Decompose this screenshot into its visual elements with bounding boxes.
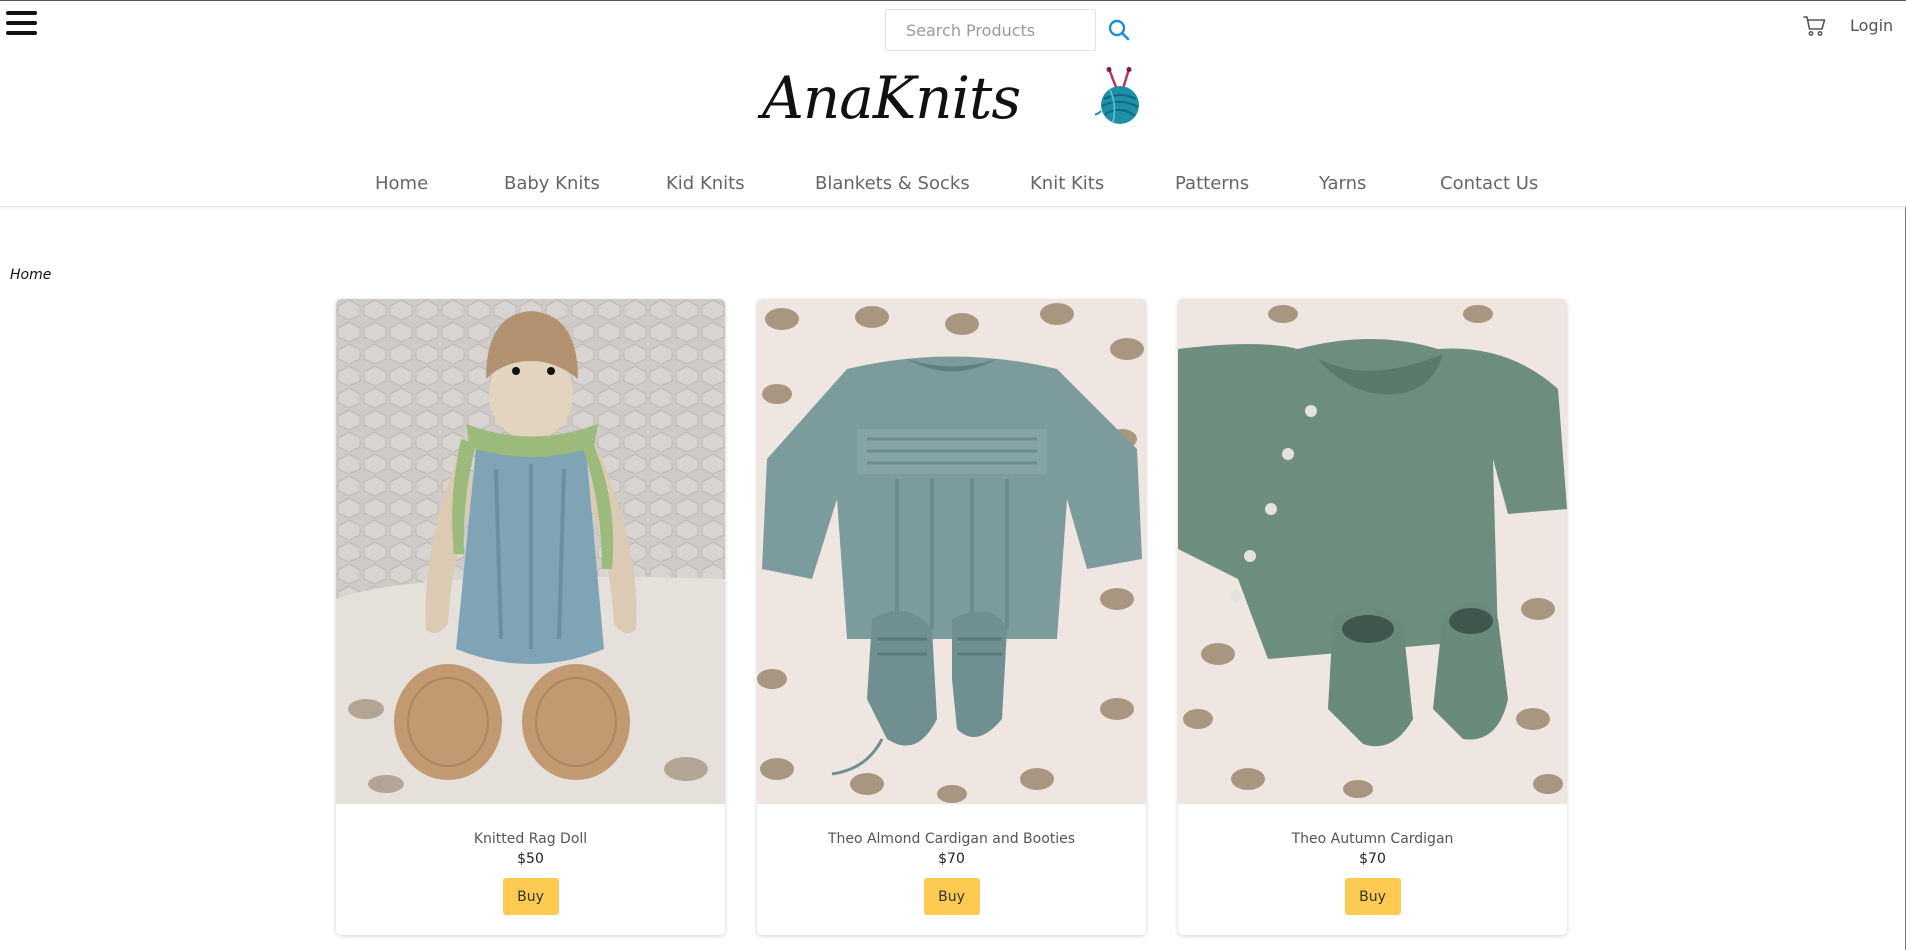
cart-icon[interactable] (1803, 14, 1827, 38)
page: Login AnaKnits Home Baby Knits Kid Knits… (0, 0, 1906, 950)
site-header: Login AnaKnits Home Baby Knits Kid Knits… (0, 1, 1906, 207)
yarn-ball-icon (1095, 67, 1139, 124)
nav-item-home[interactable]: Home (375, 173, 428, 194)
nav-item-knit-kits[interactable]: Knit Kits (1030, 173, 1104, 194)
nav-item-contact-us[interactable]: Contact Us (1440, 173, 1538, 194)
product-image[interactable] (1178, 299, 1567, 804)
product-price: $70 (938, 851, 965, 867)
search-icon[interactable] (1107, 18, 1131, 42)
product-card[interactable]: Knitted Rag Doll $50 Buy (336, 299, 725, 935)
product-card[interactable]: Theo Almond Cardigan and Booties $70 Buy (757, 299, 1146, 935)
search-input[interactable] (885, 9, 1096, 51)
product-name[interactable]: Knitted Rag Doll (336, 831, 725, 847)
buy-button[interactable]: Buy (502, 878, 559, 915)
hamburger-menu-icon[interactable] (6, 11, 37, 35)
main-nav: Home Baby Knits Kid Knits Blankets & Soc… (0, 173, 1906, 199)
product-card[interactable]: Theo Autumn Cardigan $70 Buy (1178, 299, 1567, 935)
product-price: $70 (1359, 851, 1386, 867)
nav-item-kid-knits[interactable]: Kid Knits (666, 173, 745, 194)
product-image[interactable] (336, 299, 725, 804)
site-logo[interactable]: AnaKnits (762, 63, 1142, 133)
breadcrumb-home[interactable]: Home (10, 267, 51, 283)
product-name[interactable]: Theo Almond Cardigan and Booties (757, 831, 1146, 847)
nav-item-blankets-socks[interactable]: Blankets & Socks (815, 173, 970, 194)
nav-item-baby-knits[interactable]: Baby Knits (504, 173, 600, 194)
buy-button[interactable]: Buy (923, 878, 980, 915)
nav-item-yarns[interactable]: Yarns (1319, 173, 1366, 194)
buy-button[interactable]: Buy (1344, 878, 1401, 915)
logo-wordmark: AnaKnits (762, 64, 1021, 132)
product-name[interactable]: Theo Autumn Cardigan (1178, 831, 1567, 847)
nav-item-patterns[interactable]: Patterns (1175, 173, 1249, 194)
product-image[interactable] (757, 299, 1146, 804)
product-price: $50 (517, 851, 544, 867)
breadcrumb: Home (10, 267, 51, 283)
login-link[interactable]: Login (1850, 16, 1893, 35)
